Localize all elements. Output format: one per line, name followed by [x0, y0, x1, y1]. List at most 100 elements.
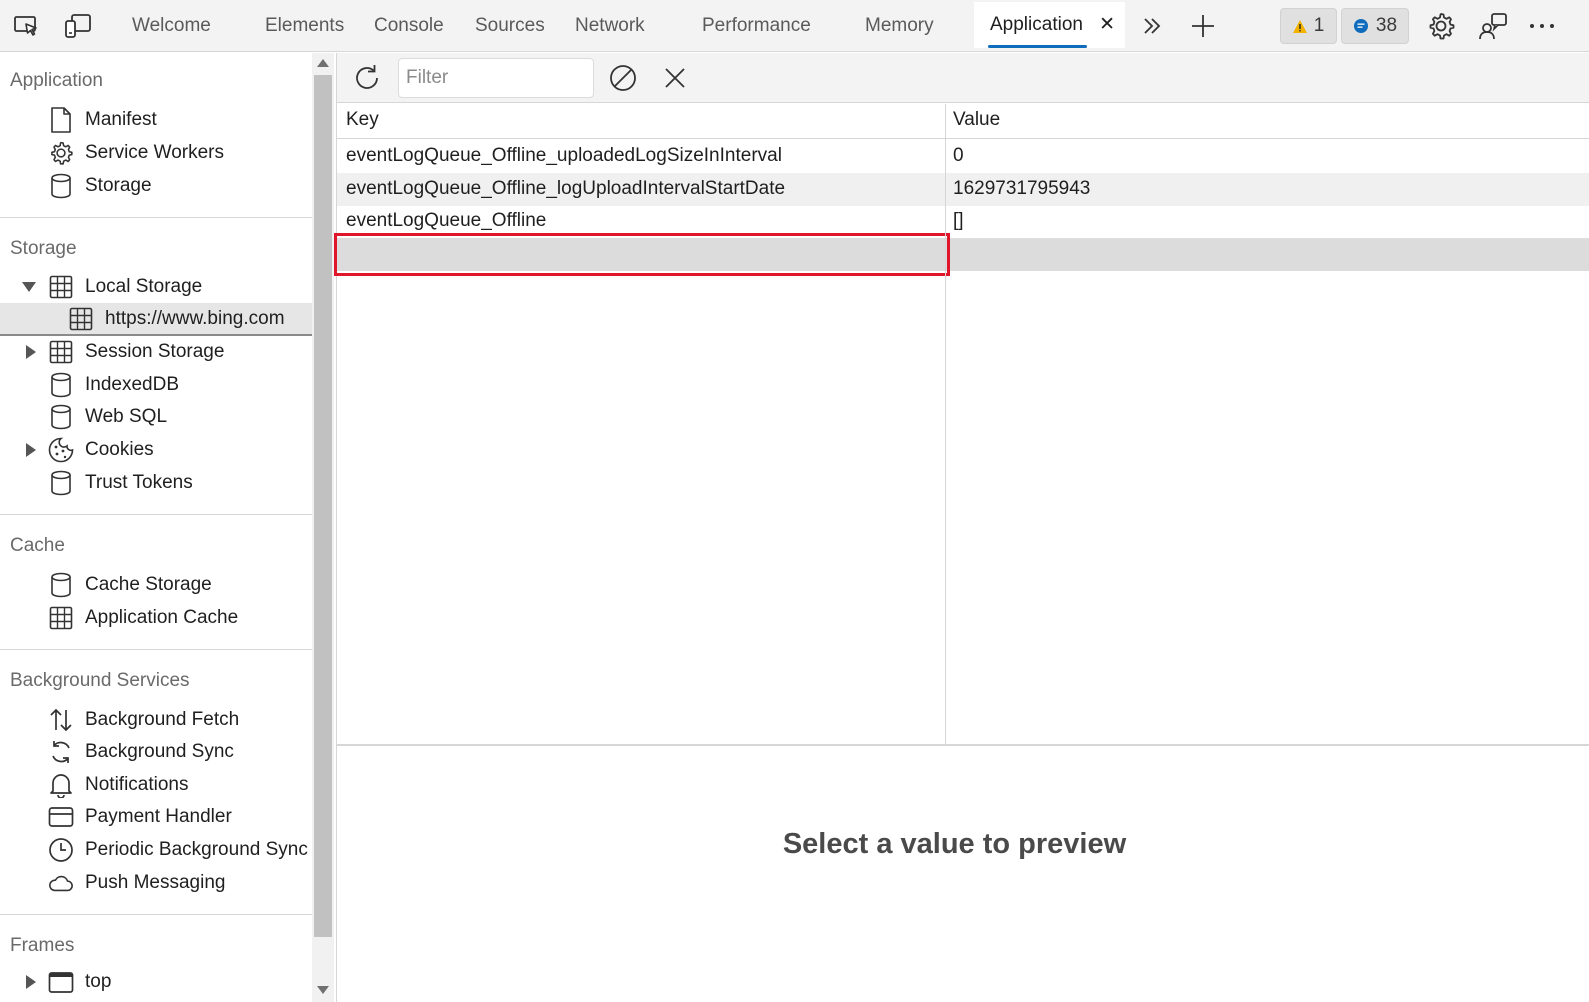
refresh-icon[interactable]	[351, 62, 383, 94]
sidebar-item-label: Periodic Background Sync	[85, 839, 308, 860]
row-value[interactable]: []	[953, 210, 964, 232]
tab-console[interactable]: Console	[374, 0, 444, 51]
sidebar-item-label: Notifications	[85, 774, 189, 795]
sidebar-item-service-workers[interactable]: Service Workers	[0, 137, 312, 169]
section-divider	[0, 914, 312, 915]
filter-input[interactable]	[398, 58, 594, 98]
tab-network[interactable]: Network	[575, 0, 645, 51]
tab-label: Sources	[475, 15, 545, 36]
section-title-application: Application	[10, 70, 103, 91]
expand-arrow-icon[interactable]	[26, 443, 36, 457]
expand-arrow-icon[interactable]	[22, 282, 36, 292]
sidebar-item-local-storage[interactable]: Local Storage	[0, 271, 312, 303]
row-key[interactable]: eventLogQueue_Offline	[346, 210, 546, 232]
storage-toolbar	[337, 53, 1589, 103]
table-header: Key Value	[337, 104, 1589, 139]
sidebar-item-cookies[interactable]: Cookies	[0, 434, 312, 466]
tab-label: Network	[575, 15, 645, 36]
inspect-icon[interactable]	[10, 10, 42, 42]
sidebar-item-label: Local Storage	[85, 276, 203, 297]
sidebar-item-periodic-background-sync[interactable]: Periodic Background Sync	[0, 834, 312, 866]
sidebar-item-push-messaging[interactable]: Push Messaging	[0, 867, 312, 899]
column-header-value[interactable]: Value	[953, 109, 1000, 131]
database-icon	[48, 372, 74, 398]
close-tab-icon[interactable]: ✕	[1099, 2, 1115, 48]
sidebar-item-storage[interactable]: Storage	[0, 170, 312, 202]
sidebar-item-cache-storage[interactable]: Cache Storage	[0, 569, 312, 601]
table-icon	[48, 339, 74, 365]
section-divider	[0, 649, 312, 650]
table-row[interactable]: eventLogQueue_Offline_uploadedLogSizeInI…	[337, 140, 1589, 173]
row-value[interactable]: 0	[953, 145, 964, 167]
device-emulation-icon[interactable]	[62, 10, 94, 42]
feedback-icon[interactable]	[1477, 10, 1509, 42]
scrollbar-thumb[interactable]	[314, 75, 332, 937]
table-row[interactable]: eventLogQueue_Offline_logUploadIntervalS…	[337, 173, 1589, 206]
tab-label: Elements	[265, 15, 345, 36]
clear-all-icon[interactable]	[607, 62, 639, 94]
sidebar-item-payment-handler[interactable]: Payment Handler	[0, 801, 312, 833]
tab-memory[interactable]: Memory	[865, 0, 934, 51]
column-divider[interactable]	[945, 104, 946, 744]
preview-placeholder: Select a value to preview	[782, 828, 1127, 860]
sidebar-item-notifications[interactable]: Notifications	[0, 769, 312, 801]
scroll-up-arrow-icon[interactable]	[317, 59, 329, 67]
tab-sources[interactable]: Sources	[475, 0, 545, 51]
sidebar-item-background-fetch[interactable]: Background Fetch	[0, 704, 312, 736]
sidebar-item-indexeddb[interactable]: IndexedDB	[0, 369, 312, 401]
row-key[interactable]: eventLogQueue_Offline_logUploadIntervalS…	[346, 178, 785, 200]
tab-performance[interactable]: Performance	[702, 0, 811, 51]
sidebar-item-label: Cookies	[85, 439, 154, 460]
sidebar-item-label: Application Cache	[85, 607, 239, 628]
clock-icon	[48, 837, 74, 863]
value-preview-pane: Select a value to preview	[337, 746, 1589, 1002]
sidebar-item-label: Cache Storage	[85, 574, 212, 595]
warnings-count: 1	[1313, 15, 1325, 36]
sidebar-item-label: Background Fetch	[85, 709, 240, 730]
table-icon	[68, 306, 94, 332]
sidebar-item-label: Service Workers	[85, 142, 225, 163]
database-icon	[48, 572, 74, 598]
sidebar-item-trust-tokens[interactable]: Trust Tokens	[0, 467, 312, 499]
scroll-down-arrow-icon[interactable]	[317, 986, 329, 994]
expand-arrow-icon[interactable]	[26, 975, 36, 989]
column-header-key[interactable]: Key	[346, 109, 379, 131]
settings-icon[interactable]	[1425, 10, 1457, 42]
sidebar-item-label: Trust Tokens	[85, 472, 193, 493]
section-title-background-services: Background Services	[10, 670, 190, 691]
warnings-badge[interactable]: 1	[1280, 8, 1337, 44]
sidebar-item-manifest[interactable]: Manifest	[0, 104, 312, 136]
sidebar-item-label: https://www.bing.com	[105, 308, 285, 329]
sidebar-item-label: Push Messaging	[85, 872, 226, 893]
sidebar-item-session-storage[interactable]: Session Storage	[0, 336, 312, 368]
sidebar-item-label: Web SQL	[85, 406, 168, 427]
new-entry-row[interactable]	[334, 233, 1589, 276]
sidebar-item-frame-top[interactable]: top	[0, 966, 312, 998]
tab-label: Welcome	[132, 15, 211, 36]
document-icon	[48, 107, 74, 133]
messages-badge[interactable]: 38	[1341, 8, 1409, 44]
tab-application[interactable]: Application ✕	[974, 2, 1125, 48]
tab-welcome[interactable]: Welcome	[132, 0, 211, 51]
sidebar-item-application-cache[interactable]: Application Cache	[0, 602, 312, 634]
database-icon	[48, 470, 74, 496]
tab-elements[interactable]: Elements	[265, 0, 344, 51]
sidebar-item-background-sync[interactable]: Background Sync	[0, 736, 312, 768]
card-icon	[48, 804, 74, 830]
expand-arrow-icon[interactable]	[26, 345, 36, 359]
add-tab-icon[interactable]	[1187, 10, 1219, 42]
sidebar-item-label: Session Storage	[85, 341, 225, 362]
row-value[interactable]: 1629731795943	[953, 178, 1090, 200]
table-icon	[48, 274, 74, 300]
sidebar-scrollbar[interactable]	[312, 53, 334, 1002]
sidebar-item-web-sql[interactable]: Web SQL	[0, 401, 312, 433]
tab-label: Performance	[702, 15, 811, 36]
more-options-icon[interactable]	[1526, 10, 1558, 42]
row-key[interactable]: eventLogQueue_Offline_uploadedLogSizeInI…	[346, 145, 782, 167]
more-tabs-icon[interactable]	[1136, 10, 1168, 42]
sidebar-item-bing-origin[interactable]: https://www.bing.com	[0, 303, 312, 336]
delete-selected-icon[interactable]	[659, 62, 691, 94]
gear-icon	[48, 140, 74, 166]
active-tab-indicator	[988, 45, 1087, 48]
section-divider	[0, 514, 312, 515]
